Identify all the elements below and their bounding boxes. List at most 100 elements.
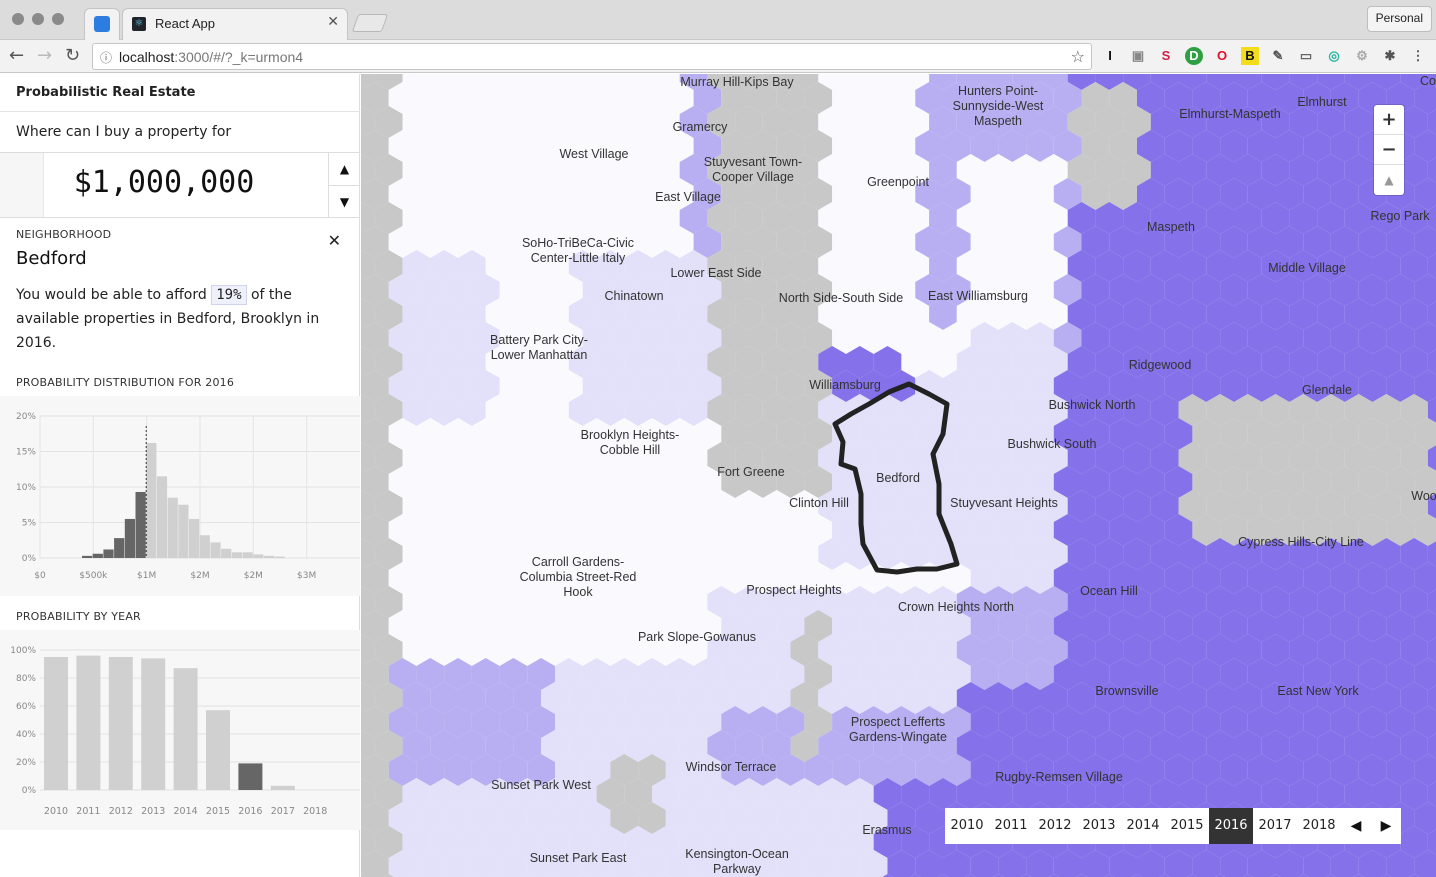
neighborhood-label[interactable]: Maspeth — [1147, 220, 1195, 235]
neighborhood-label[interactable]: Murray Hill-Kips Bay — [680, 75, 793, 90]
neighborhood-label[interactable]: Elmhurst — [1297, 95, 1346, 110]
neighborhood-label[interactable]: Erasmus — [862, 823, 911, 838]
year-2014[interactable]: 2014 — [1121, 808, 1165, 844]
year-bar — [44, 657, 68, 790]
neighborhood-label[interactable]: Fort Greene — [717, 465, 784, 480]
year-2018[interactable]: 2018 — [1297, 808, 1341, 844]
neighborhood-label[interactable]: Kensington-Ocean Parkway — [685, 847, 789, 877]
back-icon[interactable]: ← — [9, 45, 24, 66]
extension-s-icon[interactable]: S — [1157, 47, 1175, 65]
year-2010[interactable]: 2010 — [945, 808, 989, 844]
neighborhood-label[interactable]: Prospect Lefferts Gardens-Wingate — [849, 715, 947, 745]
neighborhood-label[interactable]: Prospect Heights — [746, 583, 841, 598]
neighborhood-label[interactable]: Williamsburg — [809, 378, 881, 393]
neighborhood-label[interactable]: Brooklyn Heights- Cobble Hill — [581, 428, 680, 458]
year-selector: 2010 2011 2012 2013 2014 2015 2016 2017 2018 ◀ ▶ — [945, 808, 1401, 844]
year-2015[interactable]: 2015 — [1165, 808, 1209, 844]
neighborhood-label[interactable]: SoHo-TriBeCa-Civic Center-Little Italy — [522, 236, 634, 266]
y-tick-label: 10% — [16, 483, 36, 493]
neighborhood-label[interactable]: Park Slope-Gowanus — [638, 630, 756, 645]
compass-icon[interactable]: ▲ — [1374, 165, 1404, 195]
bookmark-star-icon[interactable]: ☆ — [1071, 47, 1085, 66]
profile-button[interactable]: Personal — [1366, 6, 1432, 32]
extension-d-icon[interactable]: D — [1185, 47, 1203, 65]
distribution-bar — [167, 497, 178, 558]
cast-icon[interactable]: ▭ — [1297, 47, 1315, 65]
info-icon[interactable]: ⓘ — [100, 49, 112, 66]
map[interactable]: Murray Hill-Kips Bay Gramercy West Village… — [361, 74, 1436, 877]
neighborhood-label[interactable]: Crown Heights North — [898, 600, 1014, 615]
neighborhood-label[interactable]: North Side-South Side — [779, 291, 903, 306]
neighborhood-label[interactable]: Stuyvesant Heights — [950, 496, 1058, 511]
neighborhood-label[interactable]: Battery Park City- Lower Manhattan — [490, 333, 588, 363]
camera-icon[interactable]: ▣ — [1129, 47, 1147, 65]
neighborhood-label[interactable]: Glendale — [1302, 383, 1352, 398]
neighborhood-label[interactable]: Co — [1420, 74, 1436, 89]
neighborhood-label[interactable]: Rego Park — [1370, 209, 1429, 224]
neighborhood-label[interactable]: East Williamsburg — [928, 289, 1028, 304]
neighborhood-label[interactable]: Stuyvesant Town- Cooper Village — [704, 155, 802, 185]
y-tick-label: 80% — [16, 674, 36, 684]
extension-b-icon[interactable]: B — [1241, 47, 1259, 65]
neighborhood-label[interactable]: West Village — [559, 147, 628, 162]
afford-text: You would be able to afford 19% of the a… — [16, 285, 320, 351]
decrement-button[interactable]: ▼ — [329, 185, 360, 217]
neighborhood-label[interactable]: Clinton Hill — [789, 496, 849, 511]
extension-circle-icon[interactable]: ◎ — [1325, 47, 1343, 65]
neighborhood-label[interactable]: Rugby-Remsen Village — [995, 770, 1123, 785]
tab-react-app[interactable]: ⚛ React App ✕ — [122, 8, 348, 40]
neighborhood-label[interactable]: Gramercy — [673, 120, 728, 135]
neighborhood-label[interactable]: Elmhurst-Maspeth — [1179, 107, 1280, 122]
year-2012[interactable]: 2012 — [1033, 808, 1077, 844]
reload-icon[interactable]: ↻ — [65, 45, 80, 66]
opera-icon[interactable]: O — [1213, 47, 1231, 65]
neighborhood-label[interactable]: East Village — [655, 190, 721, 205]
bug-icon[interactable]: ✱ — [1381, 47, 1399, 65]
zoom-in-button[interactable]: + — [1374, 105, 1404, 135]
neighborhood-label[interactable]: Ocean Hill — [1080, 584, 1138, 599]
neighborhood-label[interactable]: Ridgewood — [1129, 358, 1192, 373]
neighborhood-label[interactable]: Middle Village — [1268, 261, 1346, 276]
neighborhood-label[interactable]: Sunset Park West — [491, 778, 591, 793]
close-icon[interactable]: ✕ — [328, 231, 341, 250]
neighborhood-label[interactable]: Brownsville — [1095, 684, 1158, 699]
y-tick-label: 15% — [16, 448, 36, 458]
year-2016[interactable]: 2016 — [1209, 808, 1253, 844]
distribution-bar — [146, 442, 157, 558]
pinned-tab[interactable] — [84, 8, 120, 40]
neighborhood-label[interactable]: Bushwick North — [1049, 398, 1136, 413]
tab-close-icon[interactable]: ✕ — [327, 14, 339, 30]
address-bar[interactable]: ⓘ localhost:3000/#/?_k=urmon4 ☆ — [92, 43, 1092, 70]
neighborhood-label[interactable]: East New York — [1277, 684, 1358, 699]
neighborhood-label[interactable]: Chinatown — [604, 289, 663, 304]
year-2017[interactable]: 2017 — [1253, 808, 1297, 844]
neighborhood-label[interactable]: Bushwick South — [1008, 437, 1097, 452]
divider — [0, 111, 360, 112]
forward-icon[interactable]: → — [37, 45, 52, 66]
menu-dots-icon[interactable]: ⋮ — [1409, 47, 1427, 65]
neighborhood-label[interactable]: Cypress Hills-City Line — [1238, 535, 1364, 550]
neighborhood-label[interactable]: Carroll Gardens- Columbia Street-Red Hook — [520, 555, 637, 600]
picker-icon[interactable]: ✎ — [1269, 47, 1287, 65]
next-year-button[interactable]: ▶ — [1371, 808, 1401, 844]
new-tab-button[interactable] — [351, 14, 389, 32]
neighborhood-label[interactable]: Woo — [1411, 489, 1436, 504]
price-input[interactable]: $1,000,000 — [44, 165, 284, 200]
distribution-bar — [221, 548, 232, 558]
year-2013[interactable]: 2013 — [1077, 808, 1121, 844]
neighborhood-label[interactable]: Windsor Terrace — [686, 760, 777, 775]
neighborhood-label[interactable]: Hunters Point- Sunnyside-West Maspeth — [953, 84, 1044, 129]
increment-button[interactable]: ▲ — [329, 153, 360, 185]
close-window-icon[interactable] — [12, 13, 24, 25]
neighborhood-label[interactable]: Sunset Park East — [530, 851, 627, 866]
year-2011[interactable]: 2011 — [989, 808, 1033, 844]
zoom-out-button[interactable]: − — [1374, 135, 1404, 165]
minimize-window-icon[interactable] — [32, 13, 44, 25]
maximize-window-icon[interactable] — [52, 13, 64, 25]
gear-icon[interactable]: ⚙ — [1353, 47, 1371, 65]
neighborhood-label[interactable]: Bedford — [876, 471, 920, 486]
instapaper-icon[interactable]: I — [1101, 47, 1119, 65]
prev-year-button[interactable]: ◀ — [1341, 808, 1371, 844]
neighborhood-label[interactable]: Lower East Side — [670, 266, 761, 281]
neighborhood-label[interactable]: Greenpoint — [867, 175, 929, 190]
